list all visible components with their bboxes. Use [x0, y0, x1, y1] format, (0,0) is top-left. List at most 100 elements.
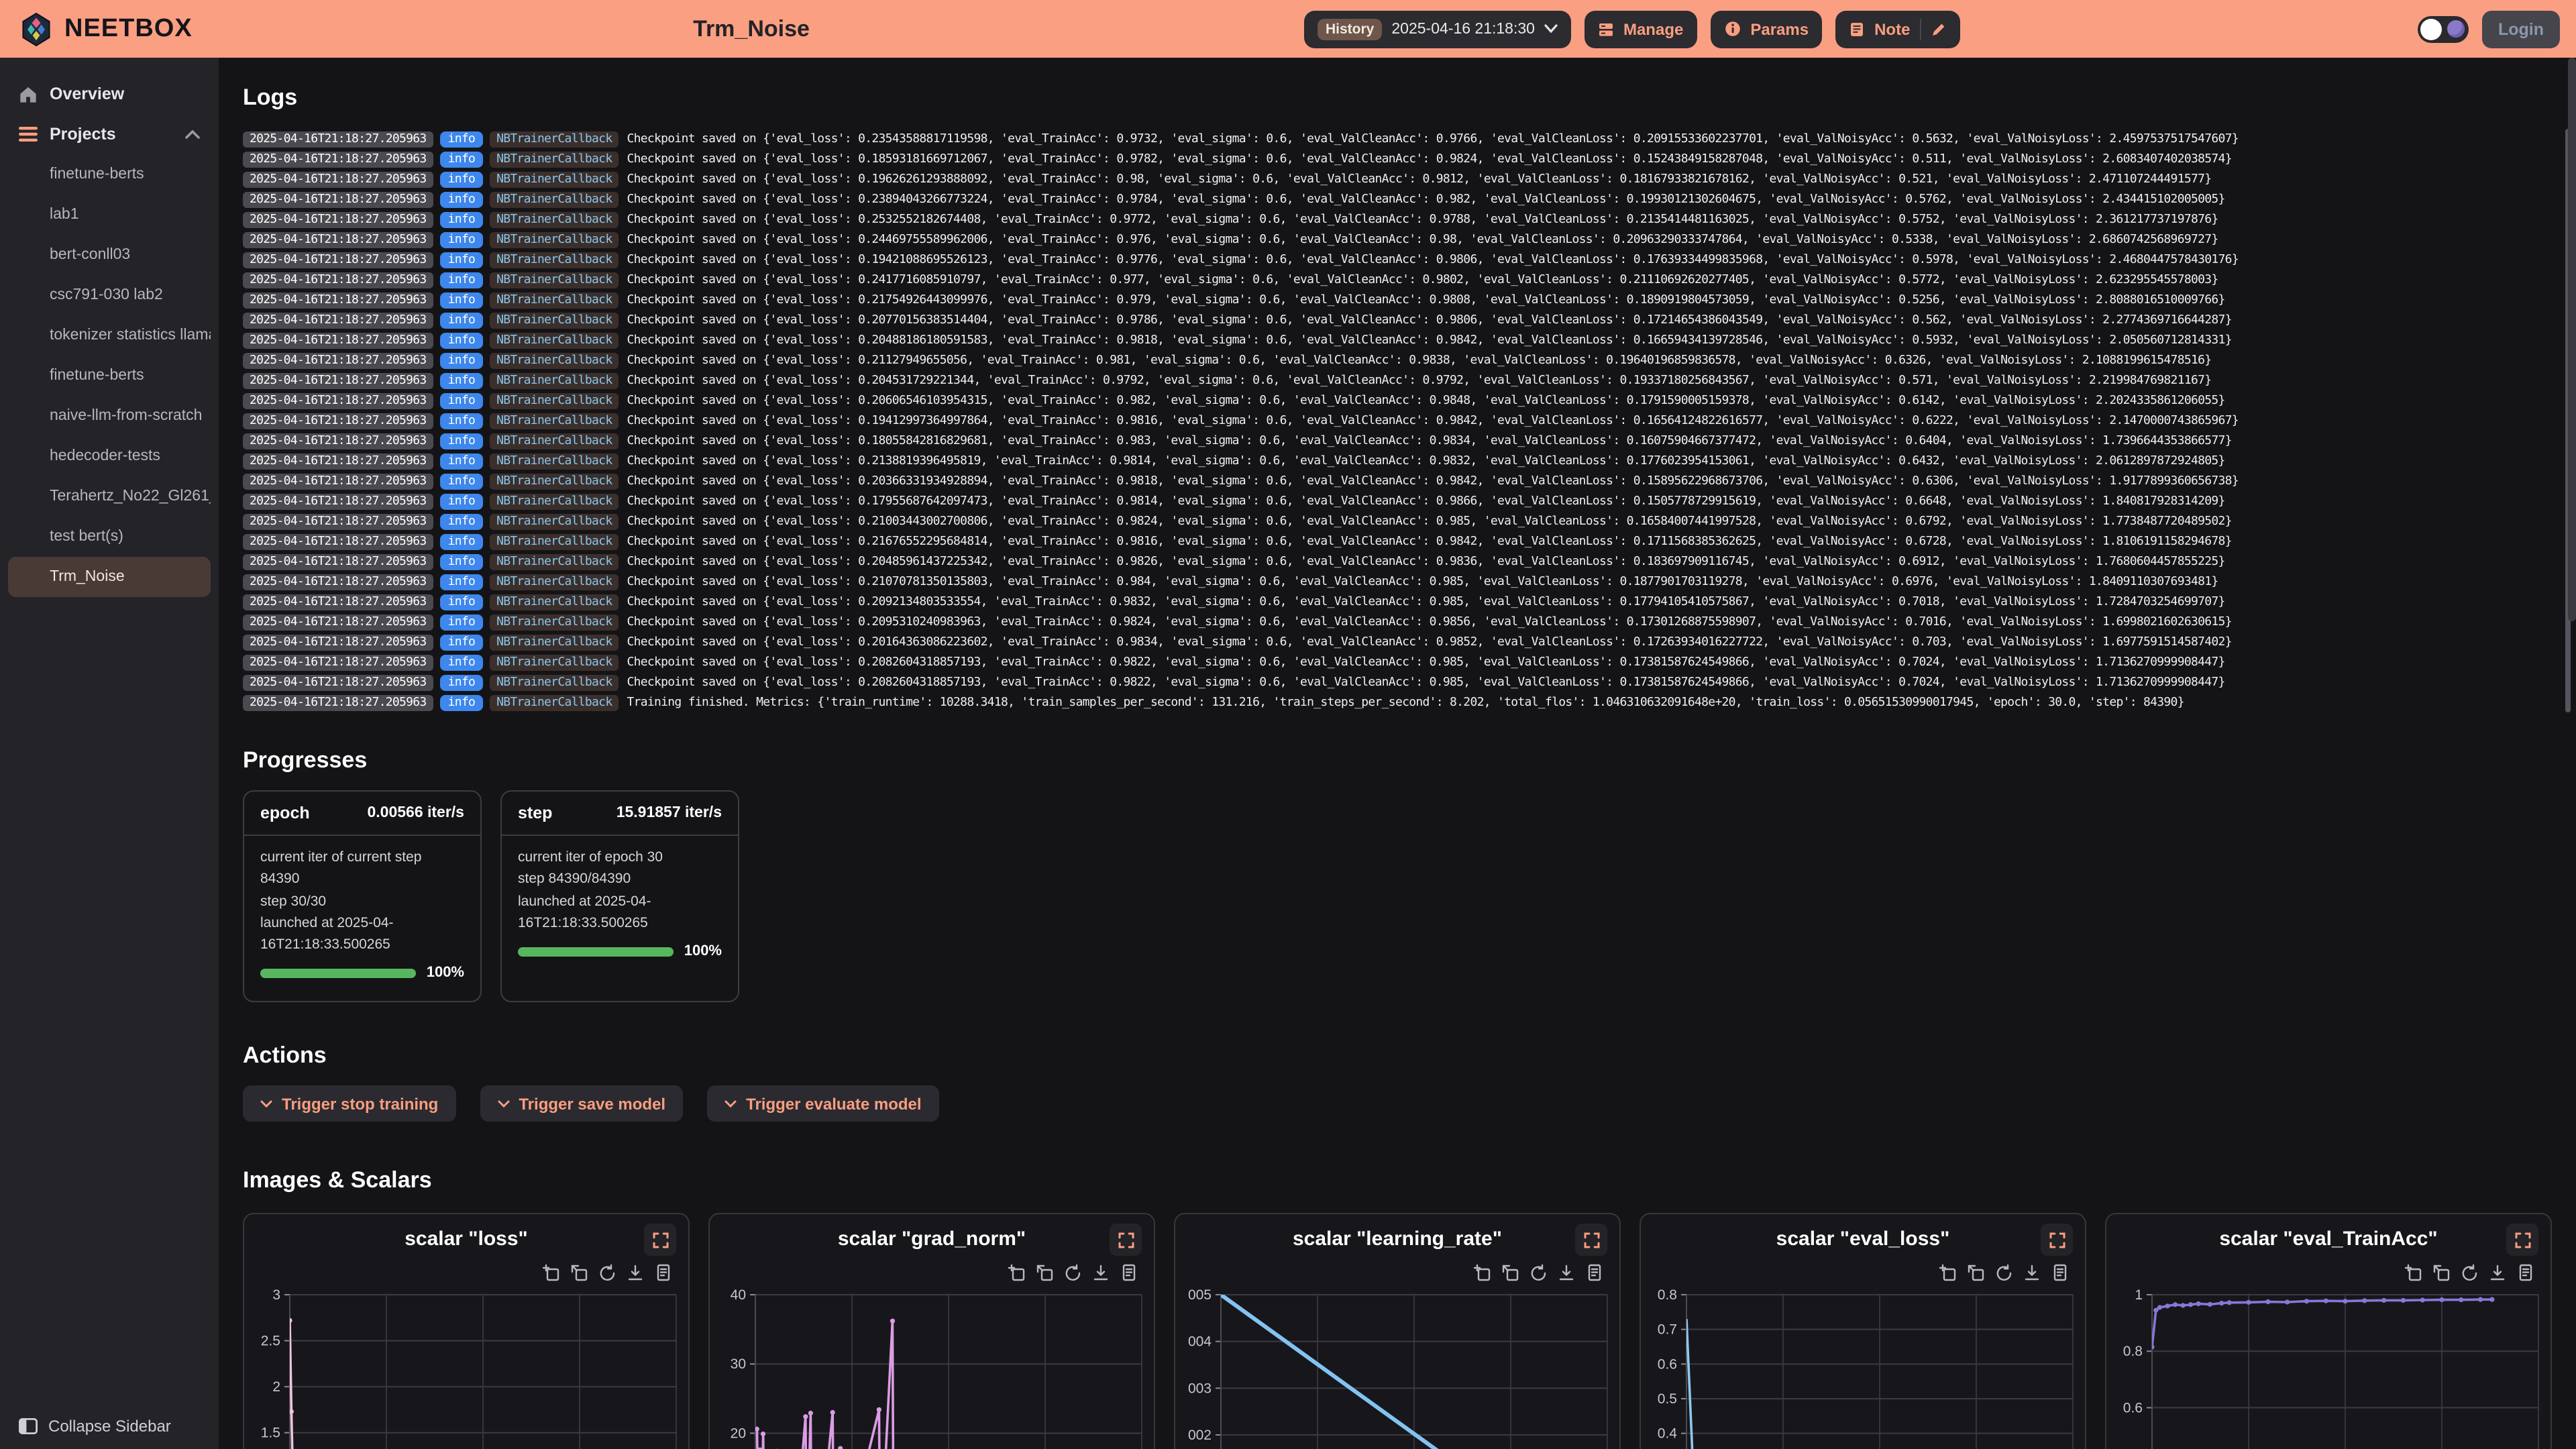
progress-bar [260, 969, 416, 979]
log-timestamp-badge: 2025-04-16T21:18:27.205963 [243, 151, 433, 167]
log-file-icon[interactable] [1120, 1265, 1138, 1282]
chart-plot[interactable]: 10.80.60.40.2 [2106, 1285, 2551, 1449]
brand[interactable]: NEETBOX [19, 11, 193, 46]
log-source-badge: NBTrainerCallback [490, 433, 619, 449]
refresh-icon[interactable] [598, 1265, 616, 1282]
log-timestamp-badge: 2025-04-16T21:18:27.205963 [243, 211, 433, 227]
chart-plot[interactable]: 0.80.70.60.50.40.30.2 [1641, 1285, 2085, 1449]
log-timestamp-badge: 2025-04-16T21:18:27.205963 [243, 392, 433, 409]
refresh-icon[interactable] [1064, 1265, 1081, 1282]
box-select-icon[interactable] [2432, 1265, 2450, 1282]
chart-toolbar [2106, 1265, 2534, 1282]
chart-toolbar [244, 1265, 672, 1282]
chart-plot[interactable]: 40302010 [710, 1285, 1154, 1449]
box-select-icon[interactable] [1501, 1265, 1519, 1282]
download-icon[interactable] [1092, 1265, 1110, 1282]
note-button-group: Note [1835, 10, 1960, 48]
log-timestamp-badge: 2025-04-16T21:18:27.205963 [243, 252, 433, 268]
box-select-icon[interactable] [570, 1265, 588, 1282]
sidebar-project-1[interactable]: lab1 [8, 195, 211, 235]
sidebar-project-8[interactable]: Terahertz_No22_Gl261_gl... [8, 476, 211, 517]
y-tick-label: 40 [731, 1288, 746, 1303]
y-tick-label: 0.5 [1658, 1392, 1677, 1407]
log-source-badge: NBTrainerCallback [490, 674, 619, 690]
history-select[interactable]: History 2025-04-16 21:18:30 [1304, 10, 1571, 48]
moon-icon [2447, 20, 2465, 38]
log-row: 2025-04-16T21:18:27.205963infoNBTrainerC… [243, 511, 2552, 531]
log-file-icon[interactable] [2051, 1265, 2069, 1282]
project-list: finetune-bertslab1bert-conll03csc791-030… [0, 154, 219, 597]
toggle-knob [2420, 18, 2442, 40]
progress-line: launched at 2025-04-16T21:18:33.500265 [518, 890, 722, 934]
box-select-icon[interactable] [1967, 1265, 1984, 1282]
chart-plot[interactable]: 005004003002001 [1175, 1285, 1619, 1449]
log-timestamp-badge: 2025-04-16T21:18:27.205963 [243, 332, 433, 348]
expand-chart-button[interactable] [644, 1224, 676, 1256]
sidebar-project-7[interactable]: hedecoder-tests [8, 436, 211, 476]
header-right: Login [2418, 10, 2560, 48]
progress-card-step: step 15.91857 iter/s current iter of epo… [500, 790, 739, 1003]
sidebar-project-9[interactable]: test bert(s) [8, 517, 211, 557]
log-row: 2025-04-16T21:18:27.205963infoNBTrainerC… [243, 451, 2552, 471]
download-icon[interactable] [2023, 1265, 2041, 1282]
sidebar-project-6[interactable]: naive-llm-from-scratch [8, 396, 211, 436]
trigger-stop-training-button[interactable]: Trigger stop training [243, 1086, 455, 1122]
login-button[interactable]: Login [2482, 10, 2560, 48]
chart-plot[interactable]: 32.521.51 [244, 1285, 688, 1449]
refresh-icon[interactable] [1995, 1265, 2012, 1282]
download-icon[interactable] [2489, 1265, 2506, 1282]
params-button[interactable]: Params [1710, 10, 1822, 48]
expand-chart-button[interactable] [1110, 1224, 1142, 1256]
log-source-badge: NBTrainerCallback [490, 493, 619, 509]
log-source-badge: NBTrainerCallback [490, 231, 619, 248]
zoom-box-icon[interactable] [2404, 1265, 2422, 1282]
expand-chart-button[interactable] [2041, 1224, 2073, 1256]
refresh-icon[interactable] [2461, 1265, 2478, 1282]
sidebar-project-0[interactable]: finetune-berts [8, 154, 211, 195]
trigger-save-model-button[interactable]: Trigger save model [480, 1086, 683, 1122]
log-list[interactable]: 2025-04-16T21:18:27.205963 info NBTrainerC… [243, 129, 2552, 712]
sidebar-project-4[interactable]: tokenizer statistics llama... [8, 315, 211, 356]
log-file-icon[interactable] [2517, 1265, 2534, 1282]
expand-chart-button[interactable] [2506, 1224, 2538, 1256]
sidebar-project-2[interactable]: bert-conll03 [8, 235, 211, 275]
divider [1919, 18, 1921, 40]
zoom-box-icon[interactable] [542, 1265, 559, 1282]
sidebar-project-3[interactable]: csc791-030 lab2 [8, 275, 211, 315]
download-icon[interactable] [627, 1265, 644, 1282]
sidebar-project-5[interactable]: finetune-berts [8, 356, 211, 396]
trigger-evaluate-model-button[interactable]: Trigger evaluate model [707, 1086, 938, 1122]
sidebar-item-overview[interactable]: Overview [0, 74, 219, 114]
edit-pencil-icon[interactable] [1930, 21, 1946, 37]
neetbox-logo-icon [19, 11, 54, 46]
download-icon[interactable] [1558, 1265, 1575, 1282]
sidebar-item-projects[interactable]: Projects [0, 114, 219, 154]
box-select-icon[interactable] [1036, 1265, 1053, 1282]
chevron-up-icon [185, 129, 200, 139]
collapse-sidebar-button[interactable]: Collapse Sidebar [0, 1417, 219, 1436]
log-message: Checkpoint saved on {'eval_loss': 0.2354… [627, 132, 2238, 146]
chart-title: scalar "grad_norm" [710, 1228, 1154, 1252]
log-level-badge: info [440, 533, 484, 549]
zoom-box-icon[interactable] [1939, 1265, 1956, 1282]
theme-toggle[interactable] [2418, 15, 2469, 42]
chart-line-series [2152, 1300, 2492, 1348]
scalar-chart-card: scalar "eval_TrainAcc" 10.80.60.40.2 [2105, 1214, 2552, 1449]
expand-chart-button[interactable] [1575, 1224, 1607, 1256]
sidebar-project-active[interactable]: Trm_Noise [8, 557, 211, 597]
refresh-icon[interactable] [1529, 1265, 1547, 1282]
log-level-badge: info [440, 654, 484, 670]
log-source-badge: NBTrainerCallback [490, 392, 619, 409]
sidebar-projects-label: Projects [50, 125, 116, 144]
zoom-box-icon[interactable] [1473, 1265, 1491, 1282]
page-scrollbar[interactable] [2568, 58, 2576, 621]
log-message: Checkpoint saved on {'eval_loss': 0.1805… [627, 434, 2231, 447]
manage-button[interactable]: Manage [1585, 10, 1697, 48]
log-level-badge: info [440, 493, 484, 509]
log-level-badge: info [440, 453, 484, 469]
log-file-icon[interactable] [655, 1265, 672, 1282]
log-message: Checkpoint saved on {'eval_loss': 0.2016… [627, 635, 2231, 649]
note-button[interactable]: Note [1849, 19, 1910, 38]
log-file-icon[interactable] [1586, 1265, 1603, 1282]
zoom-box-icon[interactable] [1008, 1265, 1025, 1282]
